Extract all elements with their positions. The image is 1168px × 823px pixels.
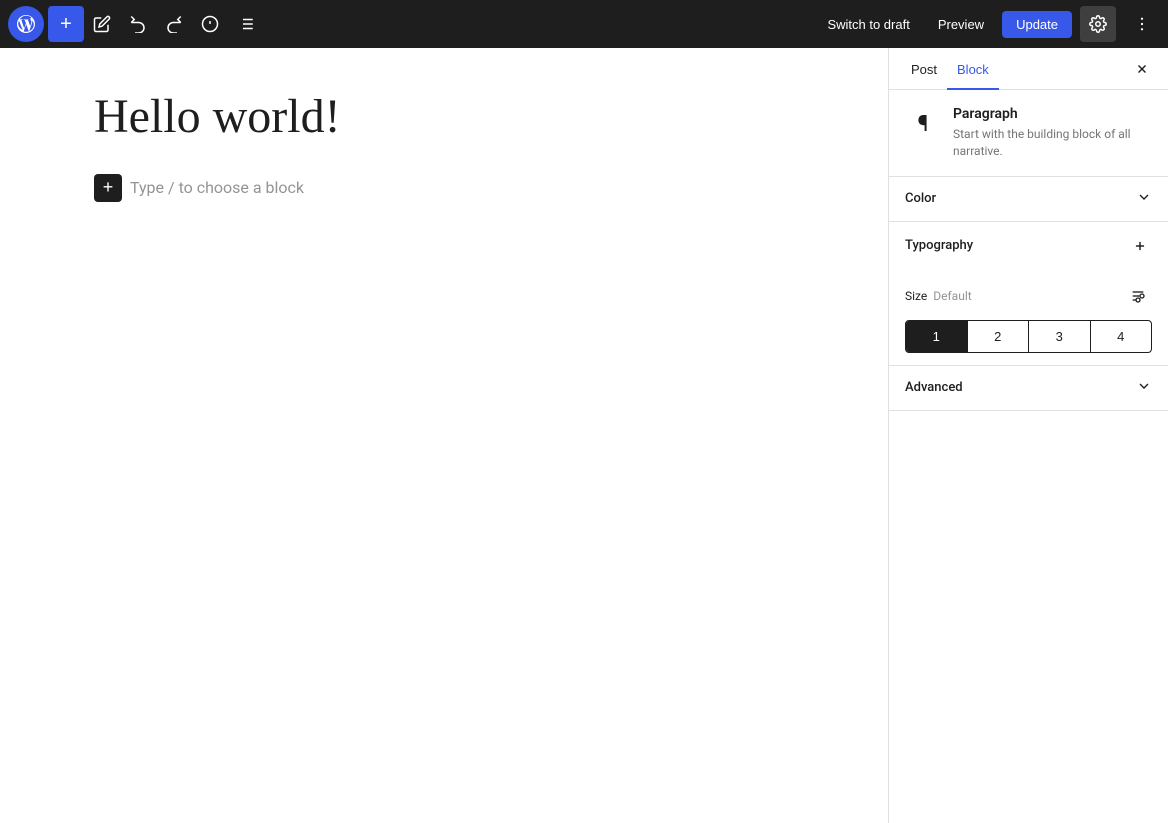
color-panel-title: Color xyxy=(905,191,1136,206)
preview-button[interactable]: Preview xyxy=(928,11,994,38)
advanced-panel: Advanced xyxy=(889,366,1168,411)
color-panel-header[interactable]: Color xyxy=(889,177,1168,221)
sidebar-content: ¶ Paragraph Start with the building bloc… xyxy=(889,90,1168,823)
close-icon xyxy=(1135,62,1149,76)
color-chevron-icon xyxy=(1136,189,1152,209)
add-block-toolbar-button[interactable]: + xyxy=(48,6,84,42)
typography-add-button[interactable] xyxy=(1128,234,1152,258)
more-vertical-icon xyxy=(1133,15,1151,33)
paragraph-block-icon: ¶ xyxy=(905,106,941,142)
advanced-panel-title: Advanced xyxy=(905,380,1136,395)
list-icon xyxy=(237,15,255,33)
sidebar-close-button[interactable] xyxy=(1128,55,1156,83)
size-row: Size Default xyxy=(905,282,1152,310)
tab-post[interactable]: Post xyxy=(901,48,947,89)
tab-block[interactable]: Block xyxy=(947,48,999,89)
typography-panel-header[interactable]: Typography xyxy=(889,222,1168,270)
font-size-btn-2[interactable]: 2 xyxy=(968,321,1030,352)
advanced-chevron-icon xyxy=(1136,378,1152,398)
font-size-button-group: 1234 xyxy=(905,320,1152,353)
block-name: Paragraph xyxy=(953,106,1152,122)
color-panel: Color xyxy=(889,177,1168,222)
post-title[interactable]: Hello world! xyxy=(94,88,794,146)
typography-panel-body: Size Default 1234 xyxy=(889,270,1168,365)
block-placeholder[interactable]: + Type / to choose a block xyxy=(94,170,794,206)
settings-button[interactable] xyxy=(1080,6,1116,42)
sidebar-tabs: Post Block xyxy=(889,48,1168,90)
font-size-btn-4[interactable]: 4 xyxy=(1091,321,1152,352)
filter-icon xyxy=(1130,288,1146,304)
typography-panel: Typography Size Default xyxy=(889,222,1168,366)
gear-icon xyxy=(1089,15,1107,33)
add-block-button[interactable]: + xyxy=(94,174,122,202)
font-size-btn-3[interactable]: 3 xyxy=(1029,321,1091,352)
list-view-button[interactable] xyxy=(228,6,264,42)
undo-icon xyxy=(129,15,147,33)
undo-button[interactable] xyxy=(120,6,156,42)
wp-logo[interactable] xyxy=(8,6,44,42)
pencil-icon xyxy=(93,15,111,33)
toolbar: + Swi xyxy=(0,0,1168,48)
size-label: Size xyxy=(905,289,927,303)
info-icon xyxy=(201,15,219,33)
redo-icon xyxy=(165,15,183,33)
plus-icon xyxy=(1133,239,1147,253)
more-options-button[interactable] xyxy=(1124,6,1160,42)
font-size-btn-1[interactable]: 1 xyxy=(906,321,968,352)
editor-content: Hello world! + Type / to choose a block xyxy=(94,88,794,783)
size-filter-button[interactable] xyxy=(1124,282,1152,310)
block-info: ¶ Paragraph Start with the building bloc… xyxy=(889,90,1168,177)
update-button[interactable]: Update xyxy=(1002,11,1072,38)
edit-button[interactable] xyxy=(84,6,120,42)
size-value: Default xyxy=(933,289,971,303)
switch-to-draft-button[interactable]: Switch to draft xyxy=(817,11,919,38)
block-description: Start with the building block of all nar… xyxy=(953,126,1152,160)
placeholder-text: Type / to choose a block xyxy=(130,178,304,197)
advanced-panel-header[interactable]: Advanced xyxy=(889,366,1168,410)
sidebar: Post Block ¶ Paragraph Start with the bu… xyxy=(888,48,1168,823)
editor-area[interactable]: Hello world! + Type / to choose a block xyxy=(0,48,888,823)
wp-logo-icon xyxy=(16,14,36,34)
redo-button[interactable] xyxy=(156,6,192,42)
typography-panel-title: Typography xyxy=(905,238,1128,253)
info-button[interactable] xyxy=(192,6,228,42)
main-layout: Hello world! + Type / to choose a block … xyxy=(0,48,1168,823)
